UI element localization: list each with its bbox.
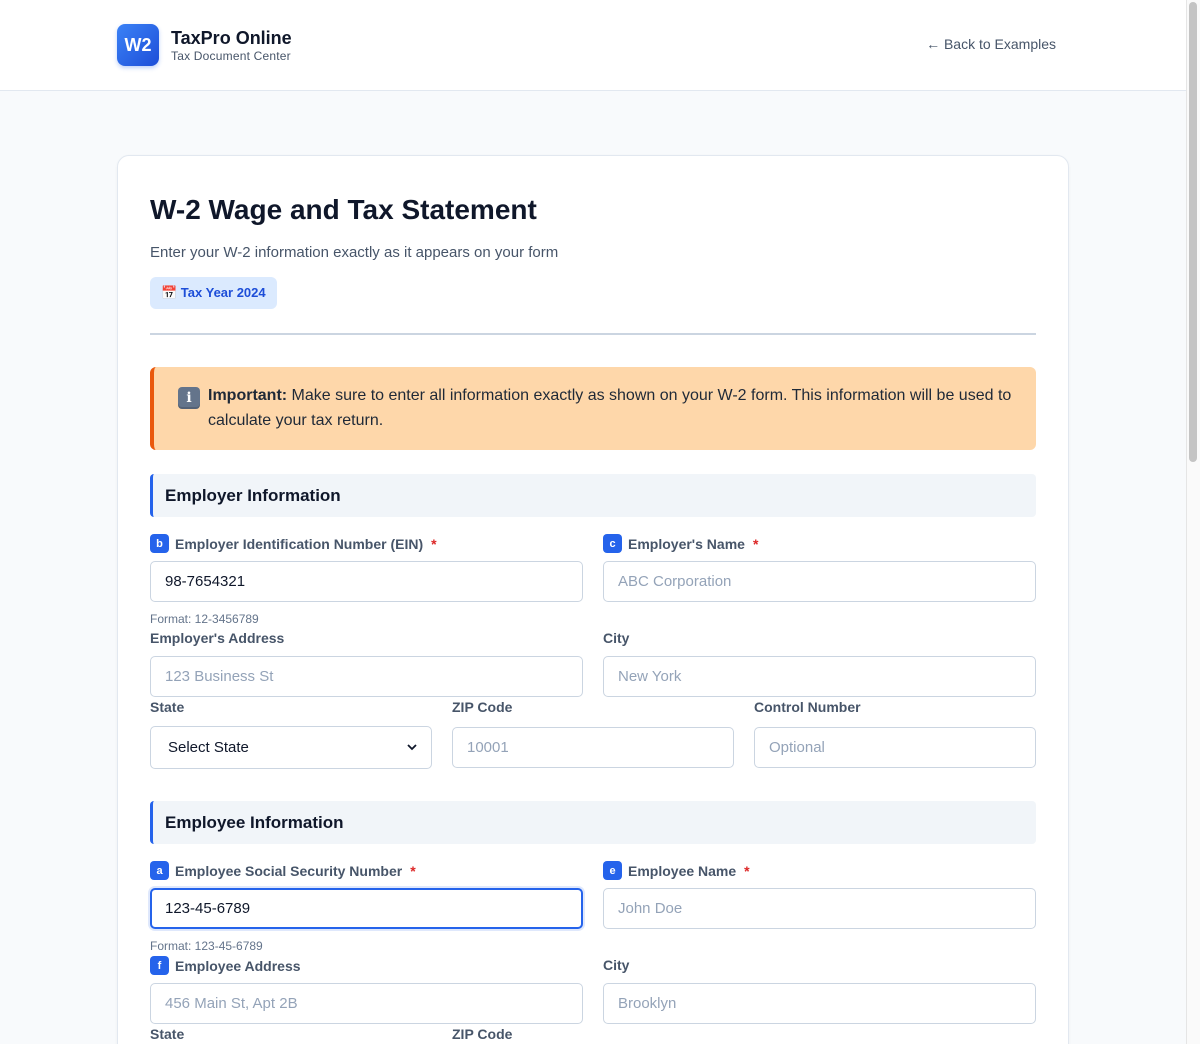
ein-label: b Employer Identification Number (EIN) * [150,534,437,553]
employer-section-header: Employer Information [150,474,1036,517]
employer-name-input[interactable] [603,561,1036,602]
ein-format-hint: Format: 12-3456789 [150,612,259,626]
control-number-label: Control Number [754,699,861,715]
employer-address-label: Employer's Address [150,630,285,646]
important-alert: i Important: Make sure to enter all info… [150,367,1036,450]
ssn-input[interactable] [150,888,583,929]
box-b-tag: b [150,534,169,553]
scrollbar-thumb[interactable] [1189,2,1197,462]
required-mark: * [744,862,750,879]
ssn-format-hint: Format: 123-45-6789 [150,939,263,953]
box-a-tag: a [150,861,169,880]
employer-zip-label: ZIP Code [452,699,513,715]
employee-section-header: Employee Information [150,801,1036,844]
employee-city-input[interactable] [603,983,1036,1024]
chevron-down-icon [407,744,417,751]
employer-city-label: City [603,630,630,646]
scrollbar[interactable] [1186,0,1200,1044]
ssn-label-text: Employee Social Security Number [175,862,403,879]
required-mark: * [410,862,416,879]
employer-name-label-text: Employer's Name [628,535,745,552]
alert-text: Make sure to enter all information exact… [208,387,1012,429]
employer-state-select[interactable]: Select State [150,726,432,769]
employee-city-label: City [603,957,630,973]
control-number-input[interactable] [754,727,1036,768]
employer-zip-input[interactable] [452,727,734,768]
brand-subtitle: Tax Document Center [171,49,291,63]
back-to-examples-link[interactable]: ← Back to Examples [926,36,1056,52]
employer-state-value: Select State [168,739,249,756]
box-c-tag: c [603,534,622,553]
employee-state-label: State [150,1026,185,1042]
top-bar: W2 TaxPro Online Tax Document Center ← B… [0,0,1186,91]
alert-strong: Important: [208,387,288,404]
box-f-tag: f [150,956,169,975]
required-mark: * [752,535,759,552]
employer-city-input[interactable] [603,656,1036,697]
employer-state-label: State [150,699,185,715]
tax-year-badge: 📅 Tax Year 2024 [150,277,277,309]
employer-name-label: c Employer's Name * [603,534,758,553]
employee-address-label: f Employee Address [150,956,301,975]
information-icon: i [178,387,200,409]
ssn-label: a Employee Social Security Number * [150,861,416,880]
box-e-tag: e [603,861,622,880]
logo-icon: W2 [117,24,159,66]
w2-form-card: W-2 Wage and Tax Statement Enter your W-… [117,155,1069,1044]
employee-address-label-text: Employee Address [175,957,301,974]
divider [150,333,1036,335]
employee-name-label-text: Employee Name [628,862,737,879]
required-mark: * [431,535,437,552]
employee-name-input[interactable] [603,888,1036,929]
employee-zip-label: ZIP Code [452,1026,513,1042]
ein-input[interactable] [150,561,583,602]
brand-name: TaxPro Online [171,28,292,48]
page-subtitle: Enter your W-2 information exactly as it… [150,244,559,261]
employer-address-input[interactable] [150,656,583,697]
employee-name-label: e Employee Name * [603,861,750,880]
page-title: W-2 Wage and Tax Statement [150,194,537,225]
ein-label-text: Employer Identification Number (EIN) [175,535,424,552]
employee-address-input[interactable] [150,983,583,1024]
